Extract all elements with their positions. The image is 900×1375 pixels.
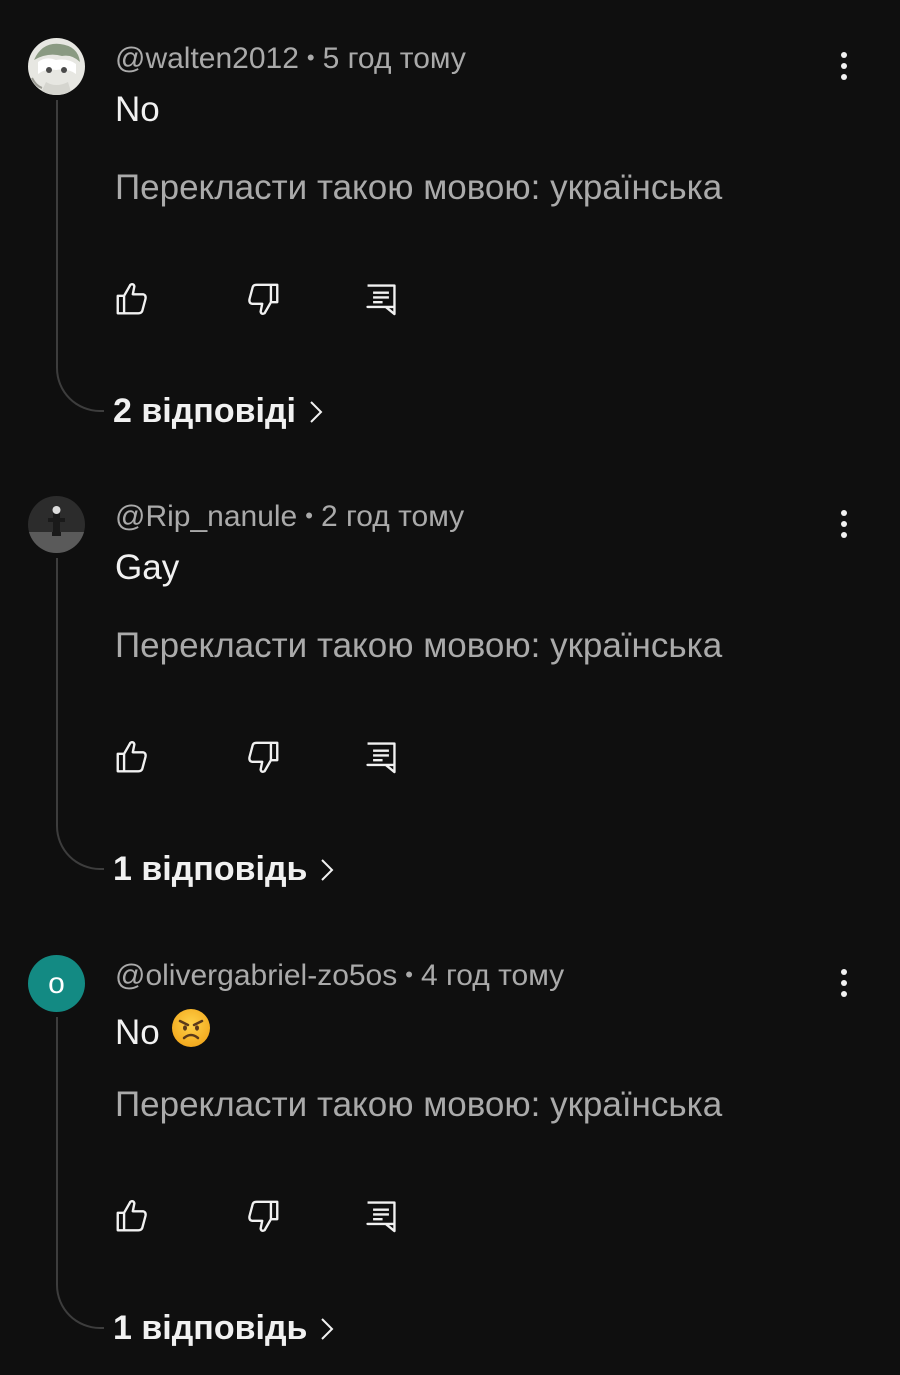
chevron-right-icon [319, 856, 335, 884]
thumbs-down-icon[interactable] [244, 738, 282, 776]
reply-icon[interactable] [362, 1197, 400, 1235]
comment-time[interactable]: 2 год тому [321, 500, 464, 533]
more-vert-icon[interactable] [822, 961, 866, 1005]
comment-text: Gay [115, 548, 179, 588]
replies-link[interactable]: 1 відповідь [113, 1309, 335, 1348]
comment-time[interactable]: 5 год тому [323, 42, 466, 75]
comment-text-content: No [115, 1012, 160, 1052]
avatar[interactable] [28, 496, 85, 553]
comment: @Rip_nanule • 2 год тому Gay Перекласти та… [0, 458, 900, 916]
thumbs-up-icon[interactable] [113, 1197, 151, 1235]
comment-text-content: Gay [115, 548, 180, 587]
avatar[interactable] [28, 38, 85, 95]
meta-separator: • [405, 962, 413, 987]
thumbs-down-icon[interactable] [244, 280, 282, 318]
author-name[interactable]: @Rip_nanule [115, 500, 297, 533]
thumbs-up-icon[interactable] [113, 280, 151, 318]
author-name[interactable]: @walten2012 [115, 42, 299, 75]
meta-separator: • [305, 503, 313, 528]
replies-count-label: 1 відповідь [113, 1309, 308, 1347]
comment-meta: @walten2012 • 5 год тому [115, 42, 466, 76]
replies-link[interactable]: 2 відповіді [113, 392, 324, 431]
more-vert-icon[interactable] [822, 502, 866, 546]
comment: @walten2012 • 5 год тому No Перекласти так… [0, 0, 900, 458]
comment-text: No [115, 1007, 212, 1058]
replies-count-label: 2 відповіді [113, 392, 296, 430]
thread-line [56, 1017, 104, 1329]
comment-text-content: No [115, 90, 160, 129]
meta-separator: • [306, 45, 315, 70]
comment-text: No [115, 90, 160, 130]
more-vert-icon[interactable] [822, 44, 866, 88]
reply-icon[interactable] [362, 280, 400, 318]
comment-meta: @olivergabriel-zo5os • 4 год тому [115, 959, 564, 993]
avatar[interactable]: o [28, 955, 85, 1012]
translate-link[interactable]: Перекласти такою мовою: українська [115, 1085, 722, 1125]
thumbs-down-icon[interactable] [244, 1197, 282, 1235]
thumbs-up-icon[interactable] [113, 738, 151, 776]
translate-link[interactable]: Перекласти такою мовою: українська [115, 626, 722, 666]
author-name[interactable]: @olivergabriel-zo5os [115, 959, 397, 992]
thread-line [56, 100, 104, 412]
chevron-right-icon [319, 1315, 335, 1343]
comment: o @olivergabriel-zo5os • 4 год тому No П… [0, 917, 900, 1375]
angry-face-icon [170, 1007, 212, 1058]
reply-icon[interactable] [362, 738, 400, 776]
replies-count-label: 1 відповідь [113, 850, 308, 888]
chevron-right-icon [308, 398, 324, 426]
translate-link[interactable]: Перекласти такою мовою: українська [115, 168, 722, 208]
comment-meta: @Rip_nanule • 2 год тому [115, 500, 464, 534]
comment-time[interactable]: 4 год тому [421, 959, 564, 992]
thread-line [56, 558, 104, 870]
replies-link[interactable]: 1 відповідь [113, 850, 335, 889]
